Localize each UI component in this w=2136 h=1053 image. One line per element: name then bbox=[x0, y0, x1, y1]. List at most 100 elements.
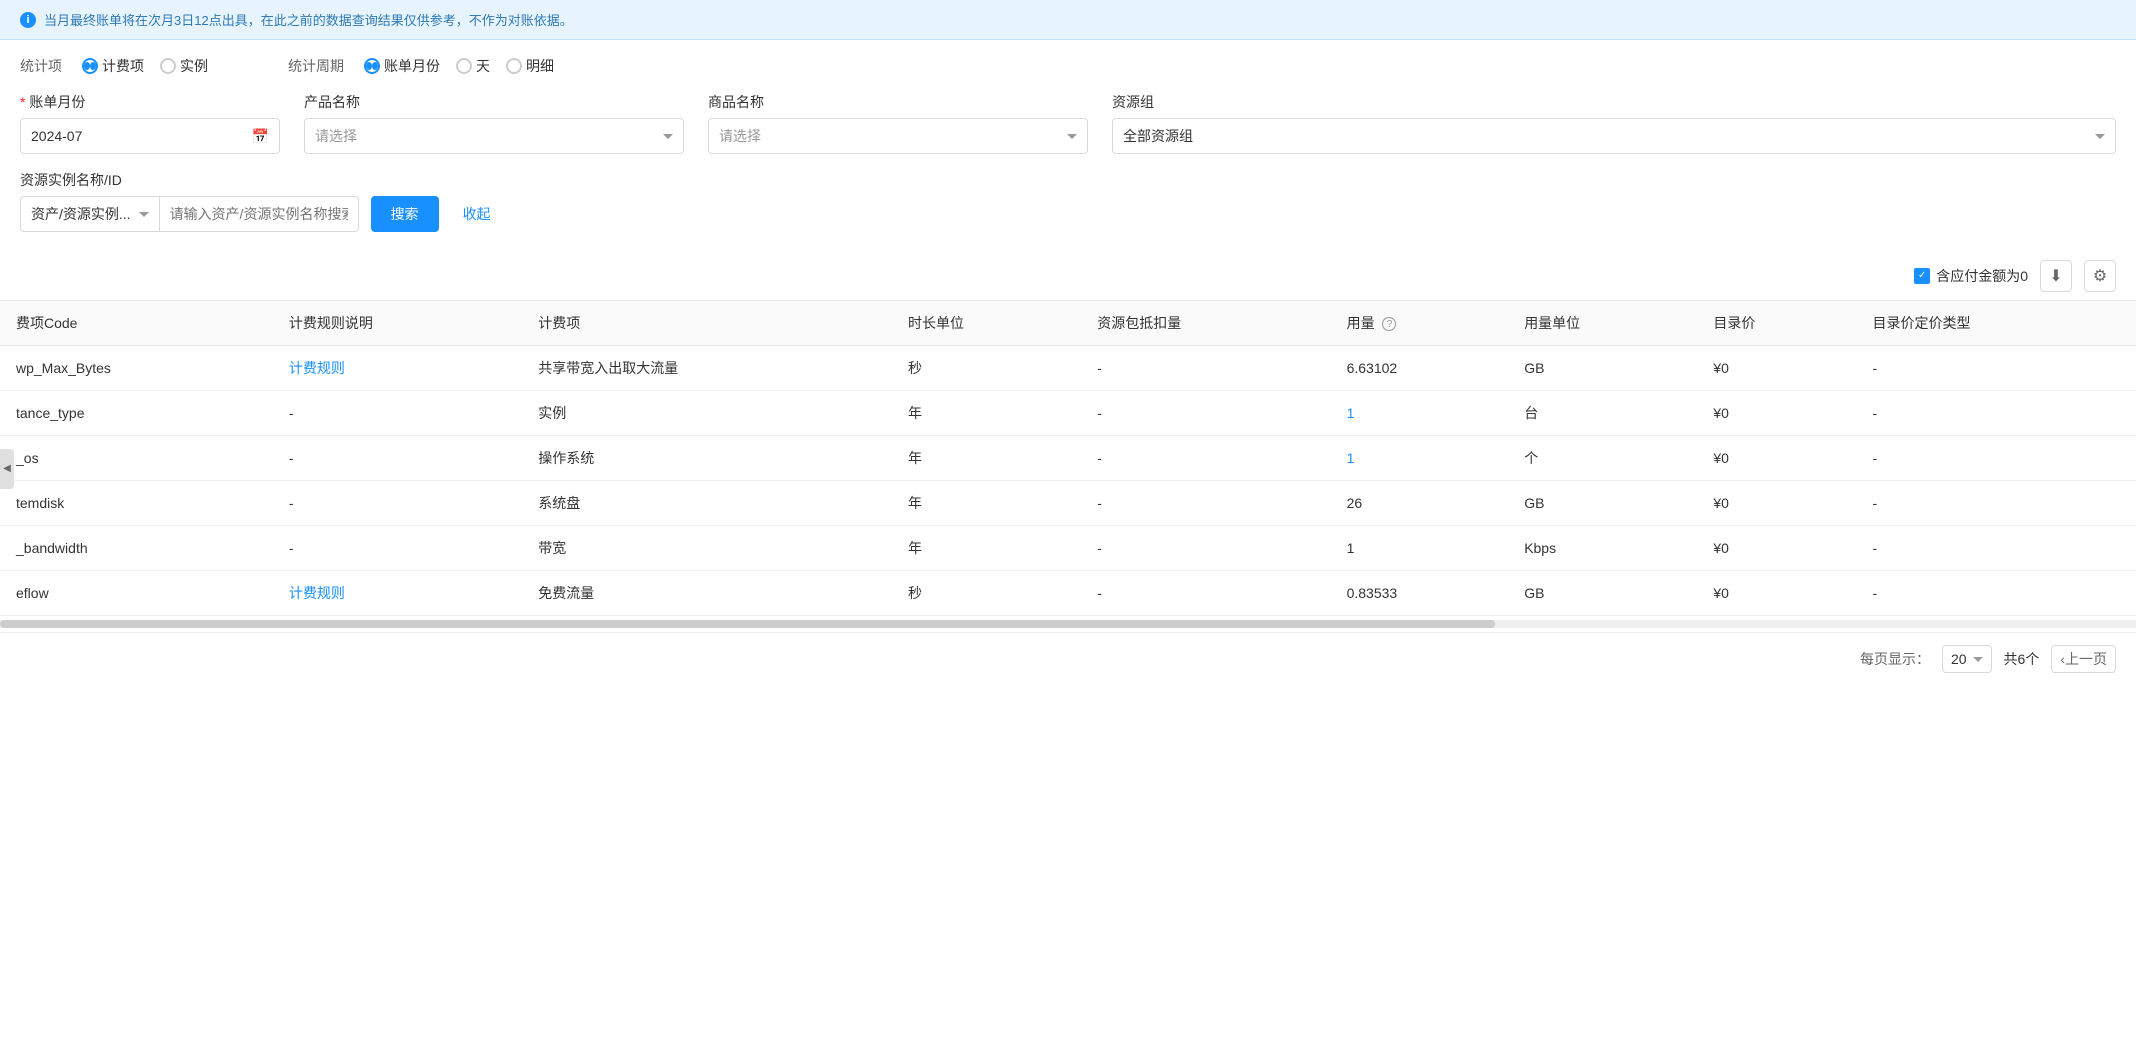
cell-package-4: - bbox=[1081, 526, 1330, 571]
table-body: wp_Max_Bytes 计费规则 共享带宽入出取大流量 秒 - 6.63102… bbox=[0, 346, 2136, 616]
usage-link-2[interactable]: 1 bbox=[1347, 450, 1355, 466]
search-button[interactable]: 搜索 bbox=[371, 196, 439, 232]
cell-time-unit-0: 秒 bbox=[892, 346, 1081, 391]
collapse-button[interactable]: 收起 bbox=[451, 196, 503, 232]
resource-group-label: 资源组 bbox=[1112, 92, 2116, 112]
cell-price-type-2: - bbox=[1856, 436, 2136, 481]
cell-usage-1: 1 bbox=[1331, 391, 1509, 436]
period-option-detail[interactable]: 明细 bbox=[506, 56, 554, 76]
commodity-name-select[interactable]: 请选择 bbox=[708, 118, 1088, 154]
cell-price-type-4: - bbox=[1856, 526, 2136, 571]
filter-section: 统计项 计费项 实例 统计周期 账 bbox=[0, 40, 2136, 232]
stat-option-instance[interactable]: 实例 bbox=[160, 56, 208, 76]
period-month-label: 账单月份 bbox=[384, 56, 440, 76]
period-options: 账单月份 天 明细 bbox=[364, 56, 554, 76]
product-name-placeholder: 请选择 bbox=[315, 126, 357, 146]
period-day-radio[interactable] bbox=[456, 58, 472, 74]
resource-input-row: 资产/资源实例... bbox=[20, 196, 359, 232]
banner-text: 当月最终账单将在次月3日12点出具，在此之前的数据查询结果仅供参考，不作为对账依… bbox=[44, 10, 573, 29]
prev-page-button[interactable]: ‹ 上一页 bbox=[2051, 645, 2116, 673]
usage-help-icon[interactable]: ? bbox=[1382, 317, 1396, 331]
table-row: temdisk - 系统盘 年 - 26 GB ¥0 - bbox=[0, 481, 2136, 526]
stat-options: 计费项 实例 bbox=[82, 56, 208, 76]
commodity-name-group: 商品名称 请选择 bbox=[708, 92, 1088, 154]
left-collapse-arrow[interactable]: ◀ bbox=[0, 449, 14, 489]
resource-type-select[interactable]: 资产/资源实例... bbox=[20, 196, 159, 232]
cell-time-unit-3: 年 bbox=[892, 481, 1081, 526]
cell-rule-1: - bbox=[273, 391, 522, 436]
cell-usage-unit-2: 个 bbox=[1508, 436, 1697, 481]
cell-usage-0: 6.63102 bbox=[1331, 346, 1509, 391]
cell-usage-unit-0: GB bbox=[1508, 346, 1697, 391]
cell-usage-5: 0.83533 bbox=[1331, 571, 1509, 616]
period-detail-radio[interactable] bbox=[506, 58, 522, 74]
col-header-list-price: 目录价 bbox=[1697, 301, 1856, 346]
calendar-icon[interactable]: 📅 bbox=[252, 128, 269, 145]
stat-option-billing[interactable]: 计费项 bbox=[82, 56, 144, 76]
settings-button[interactable]: ⚙ bbox=[2084, 260, 2116, 292]
resource-instance-group: 资源实例名称/ID 资产/资源实例... bbox=[20, 170, 359, 232]
product-name-select[interactable]: 请选择 bbox=[304, 118, 684, 154]
usage-link-1[interactable]: 1 bbox=[1347, 405, 1355, 421]
stat-billing-radio[interactable] bbox=[82, 58, 98, 74]
download-button[interactable]: ⬇ bbox=[2040, 260, 2072, 292]
cell-list-price-3: ¥0 bbox=[1697, 481, 1856, 526]
period-detail-label: 明细 bbox=[526, 56, 554, 76]
table-toolbar: ✓ 含应付金额为0 ⬇ ⚙ bbox=[0, 252, 2136, 301]
period-option-day[interactable]: 天 bbox=[456, 56, 490, 76]
cell-code-2: _os bbox=[0, 436, 273, 481]
scroll-track[interactable] bbox=[0, 620, 2136, 628]
col-header-item: 计费项 bbox=[522, 301, 892, 346]
table-row: _bandwidth - 带宽 年 - 1 Kbps ¥0 - bbox=[0, 526, 2136, 571]
cell-usage-unit-4: Kbps bbox=[1508, 526, 1697, 571]
billing-month-input[interactable]: 2024-07 📅 bbox=[20, 118, 280, 154]
resource-group-group: 资源组 全部资源组 bbox=[1112, 92, 2116, 154]
commodity-name-chevron-icon bbox=[1067, 134, 1077, 139]
cell-code-5: eflow bbox=[0, 571, 273, 616]
col-header-time-unit: 时长单位 bbox=[892, 301, 1081, 346]
zero-amount-checkbox[interactable]: ✓ 含应付金额为0 bbox=[1914, 266, 2028, 286]
cell-code-4: _bandwidth bbox=[0, 526, 273, 571]
commodity-name-label: 商品名称 bbox=[708, 92, 1088, 112]
zero-amount-checkbox-box[interactable]: ✓ bbox=[1914, 268, 1930, 284]
stat-instance-radio[interactable] bbox=[160, 58, 176, 74]
resource-type-value: 资产/资源实例... bbox=[31, 204, 131, 224]
cell-code-1: tance_type bbox=[0, 391, 273, 436]
cell-list-price-5: ¥0 bbox=[1697, 571, 1856, 616]
cell-rule-4: - bbox=[273, 526, 522, 571]
stat-instance-label: 实例 bbox=[180, 56, 208, 76]
cell-package-2: - bbox=[1081, 436, 1330, 481]
per-page-select[interactable]: 20 bbox=[1942, 645, 1992, 673]
cell-rule-0[interactable]: 计费规则 bbox=[273, 346, 522, 391]
period-month-radio[interactable] bbox=[364, 58, 380, 74]
settings-icon: ⚙ bbox=[2093, 266, 2107, 286]
rule-link-5[interactable]: 计费规则 bbox=[289, 585, 345, 601]
billing-month-value: 2024-07 bbox=[31, 128, 82, 144]
resource-group-select[interactable]: 全部资源组 bbox=[1112, 118, 2116, 154]
cell-item-2: 操作系统 bbox=[522, 436, 892, 481]
col-header-usage-unit: 用量单位 bbox=[1508, 301, 1697, 346]
cell-item-0: 共享带宽入出取大流量 bbox=[522, 346, 892, 391]
stat-label: 统计项 bbox=[20, 56, 62, 76]
filter-row-1: 统计项 计费项 实例 统计周期 账 bbox=[20, 56, 2116, 76]
billing-month-group: 账单月份 2024-07 📅 bbox=[20, 92, 280, 154]
table-wrapper: 费项Code 计费规则说明 计费项 时长单位 资源包抵扣量 用量 ? 用量单位 … bbox=[0, 301, 2136, 632]
per-page-chevron-icon bbox=[1973, 657, 1983, 662]
cell-rule-5[interactable]: 计费规则 bbox=[273, 571, 522, 616]
cell-time-unit-4: 年 bbox=[892, 526, 1081, 571]
resource-type-chevron-icon bbox=[139, 212, 149, 217]
col-header-usage: 用量 ? bbox=[1331, 301, 1509, 346]
cell-package-3: - bbox=[1081, 481, 1330, 526]
period-option-month[interactable]: 账单月份 bbox=[364, 56, 440, 76]
rule-link-0[interactable]: 计费规则 bbox=[289, 360, 345, 376]
total-label: 共6个 bbox=[2004, 649, 2040, 669]
cell-price-type-1: - bbox=[1856, 391, 2136, 436]
resource-row: 资源实例名称/ID 资产/资源实例... 搜索 收起 bbox=[20, 170, 2116, 232]
cell-time-unit-2: 年 bbox=[892, 436, 1081, 481]
resource-search-input[interactable] bbox=[159, 196, 359, 232]
cell-price-type-0: - bbox=[1856, 346, 2136, 391]
scroll-thumb[interactable] bbox=[0, 620, 1495, 628]
cell-code-3: temdisk bbox=[0, 481, 273, 526]
download-icon: ⬇ bbox=[2049, 266, 2062, 286]
col-header-code: 费项Code bbox=[0, 301, 273, 346]
